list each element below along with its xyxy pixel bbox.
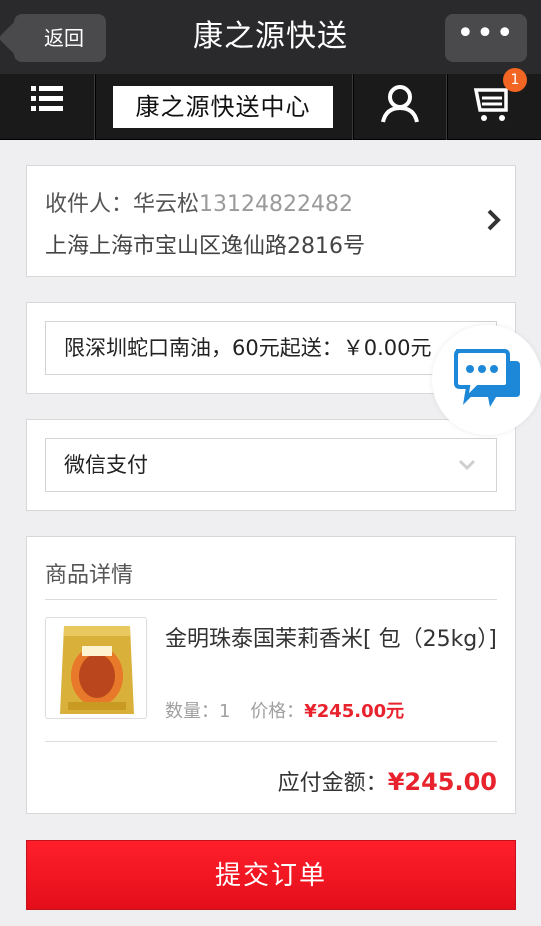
submit-order-button[interactable]: 提交订单 bbox=[26, 840, 516, 910]
back-button[interactable]: 返回 bbox=[14, 14, 106, 62]
user-icon bbox=[381, 85, 419, 123]
recipient-name: 华云松 bbox=[133, 192, 200, 217]
recipient-label: 收件人： bbox=[45, 192, 134, 217]
payment-selected: 微信支付 bbox=[64, 453, 148, 477]
total-label: 应付金额： bbox=[277, 771, 388, 796]
cart-badge: 1 bbox=[503, 68, 527, 92]
product-meta: 数量：1 价格：¥245.00元 bbox=[165, 697, 404, 723]
price-label: 价格： bbox=[250, 701, 305, 722]
store-name[interactable]: 康之源快送中心 bbox=[113, 86, 333, 128]
more-menu-button[interactable]: ••• bbox=[445, 14, 527, 62]
goods-card: 商品详情 金明珠泰国茉莉香米[ 包（25kg）] 数量：1 价格：¥245.00… bbox=[26, 536, 516, 814]
chat-icon bbox=[454, 349, 520, 407]
chevron-right-icon bbox=[487, 209, 501, 231]
recipient-phone: 13124822482 bbox=[199, 192, 353, 217]
product-thumbnail[interactable] bbox=[45, 617, 147, 719]
total-amount: ¥245.00 bbox=[387, 768, 497, 796]
payment-select[interactable]: 微信支付 bbox=[45, 438, 497, 492]
title-bar: 返回 康之源快送 ••• bbox=[0, 0, 541, 74]
product-name[interactable]: 金明珠泰国茉莉香米[ 包（25kg）] bbox=[165, 621, 500, 659]
address-card[interactable]: 收件人：华云松13124822482 上海上海市宝山区逸仙路2816号 bbox=[26, 165, 516, 277]
total-row: 应付金额：¥245.00 bbox=[278, 765, 497, 797]
customer-service-button[interactable] bbox=[432, 325, 541, 435]
recipient-line: 收件人：华云松13124822482 bbox=[45, 186, 353, 218]
divider bbox=[45, 741, 497, 742]
price-value: ¥245.00元 bbox=[304, 701, 405, 722]
menu-button[interactable] bbox=[0, 74, 94, 140]
cart-icon bbox=[473, 88, 508, 121]
store-nav-bar: 康之源快送中心 bbox=[0, 74, 541, 140]
divider bbox=[45, 599, 497, 600]
qty-label: 数量： bbox=[165, 701, 219, 722]
address-detail: 上海上海市宝山区逸仙路2816号 bbox=[45, 234, 365, 259]
qty-value: 1 bbox=[219, 701, 231, 722]
user-button[interactable] bbox=[354, 74, 446, 140]
chevron-down-icon bbox=[458, 459, 476, 471]
list-icon bbox=[31, 86, 63, 111]
delivery-select[interactable]: 限深圳蛇口南油，60元起送：￥0.00元 bbox=[45, 321, 497, 375]
cart-button[interactable] bbox=[448, 74, 541, 140]
goods-header: 商品详情 bbox=[45, 563, 134, 588]
payment-card: 微信支付 bbox=[26, 419, 516, 511]
rice-bag-image bbox=[60, 626, 134, 714]
back-button-label: 返回 bbox=[44, 26, 84, 50]
